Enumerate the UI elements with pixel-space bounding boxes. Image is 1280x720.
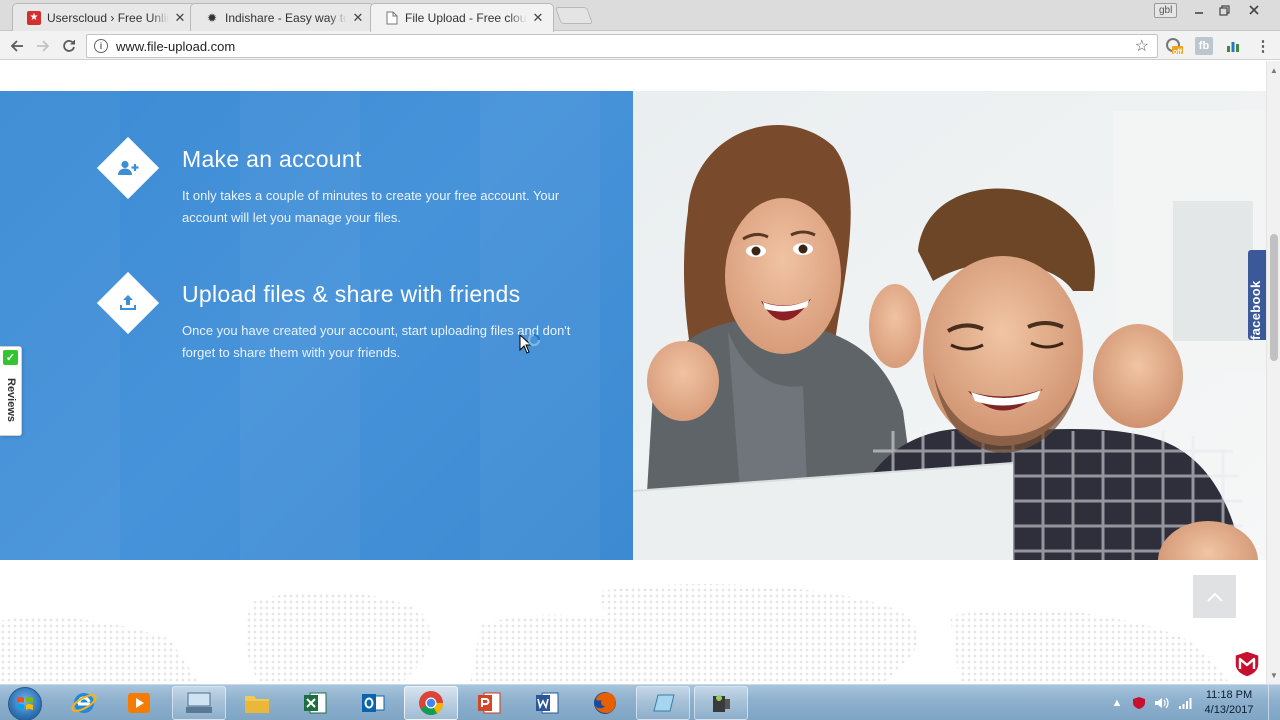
facebook-side-tab[interactable]: facebook [1248,250,1266,340]
add-user-icon [98,138,158,198]
close-tab-icon[interactable]: ✕ [173,10,187,26]
start-button[interactable] [8,687,42,720]
indishare-icon: ✹ [206,10,218,25]
back-icon[interactable] [6,35,28,57]
chevron-up-icon [1206,592,1223,602]
new-tab-button[interactable] [554,7,594,24]
clock-time: 11:18 PM [1205,689,1253,701]
windows-logo-icon [17,697,33,710]
forward-icon[interactable] [32,35,54,57]
facebook-label: facebook [1248,280,1263,340]
browser-tab-strip: ★ Userscloud › Free Unlimited ✕ ✹ Indish… [0,0,1280,32]
extension-chart-icon[interactable] [1224,37,1242,55]
minimize-icon[interactable] [1186,2,1212,18]
notes-app-icon[interactable] [636,686,690,720]
reload-icon[interactable] [58,35,80,57]
scroll-up-icon[interactable]: ▲ [1267,63,1280,77]
file-explorer-icon[interactable] [230,686,284,720]
tab-userscloud[interactable]: ★ Userscloud › Free Unlimited ✕ [12,3,196,31]
volume-icon[interactable] [1152,685,1172,720]
close-tab-icon[interactable]: ✕ [351,10,365,26]
internet-explorer-icon[interactable] [57,686,111,720]
url-text[interactable]: www.file-upload.com [116,39,1135,54]
chrome-icon[interactable] [404,686,458,720]
features-panel: Make an account It only takes a couple o… [0,91,633,560]
page-viewport: Make an account It only takes a couple o… [0,61,1266,684]
tab-title: File Upload - Free cloud storage [405,11,527,25]
extension-fb-icon[interactable]: fb [1195,37,1213,55]
tab-title: Indishare - Easy way to share [225,10,347,25]
restore-icon[interactable] [1211,2,1237,18]
outlook-icon[interactable] [346,686,400,720]
reviews-label: Reviews [5,377,17,423]
video-app-icon[interactable] [694,686,748,720]
excel-icon[interactable] [288,686,342,720]
scrollbar-thumb[interactable] [1270,234,1278,361]
screen: ★ Userscloud › Free Unlimited ✕ ✹ Indish… [0,0,1280,720]
mcafee-tray-icon[interactable] [1130,685,1148,720]
checkmark-icon: ✓ [3,350,18,365]
browser-menu-icon[interactable]: ⋮ [1254,37,1272,55]
world-map-background [0,583,1230,684]
keyboard-app-icon[interactable] [172,686,226,720]
userscloud-icon: ★ [27,10,41,25]
media-player-icon[interactable] [112,686,166,720]
page-scrollbar[interactable]: ▲ ▼ [1266,61,1280,684]
mcafee-shield-icon[interactable] [1233,650,1261,678]
close-window-icon[interactable] [1241,2,1267,18]
close-tab-icon[interactable]: ✕ [531,10,545,26]
clock-date: 4/13/2017 [1204,704,1254,716]
browser-toolbar: i www.file-upload.com ☆ off fb ⋮ [0,31,1280,60]
powerpoint-icon[interactable] [462,686,516,720]
feature-description: It only takes a couple of minutes to cre… [182,188,560,225]
bookmark-star-icon[interactable]: ☆ [1135,36,1149,56]
profile-button[interactable]: gbl [1154,3,1178,18]
scroll-down-icon[interactable]: ▼ [1267,668,1280,682]
upload-icon [98,273,158,333]
network-signal-icon[interactable] [1176,685,1196,720]
happy-couple-image [633,91,1266,560]
page-icon [385,11,399,25]
windows-taskbar: ▲ 11:18 PM 4/13/2017 [0,684,1280,720]
back-to-top-button[interactable] [1193,575,1236,618]
hero-photo [633,91,1266,560]
tab-title: Userscloud › Free Unlimited [47,10,169,25]
address-bar[interactable]: i www.file-upload.com ☆ [86,34,1158,58]
feature-title: Upload files & share with friends [182,281,521,307]
tab-file-upload[interactable]: File Upload - Free cloud storage ✕ [370,3,554,32]
site-info-icon[interactable]: i [94,39,108,53]
reviews-side-tab[interactable]: ✓ Reviews [0,346,22,436]
firefox-icon[interactable] [578,686,632,720]
extension-badge: off [1173,49,1182,56]
tab-indishare[interactable]: ✹ Indishare - Easy way to share ✕ [190,3,374,31]
busy-cursor-icon [519,334,541,354]
system-clock[interactable]: 11:18 PM 4/13/2017 [1198,688,1260,718]
word-icon[interactable] [520,686,574,720]
show-desktop-button[interactable] [1268,685,1280,720]
feature-title: Make an account [182,146,362,172]
show-hidden-icons[interactable]: ▲ [1110,685,1124,720]
